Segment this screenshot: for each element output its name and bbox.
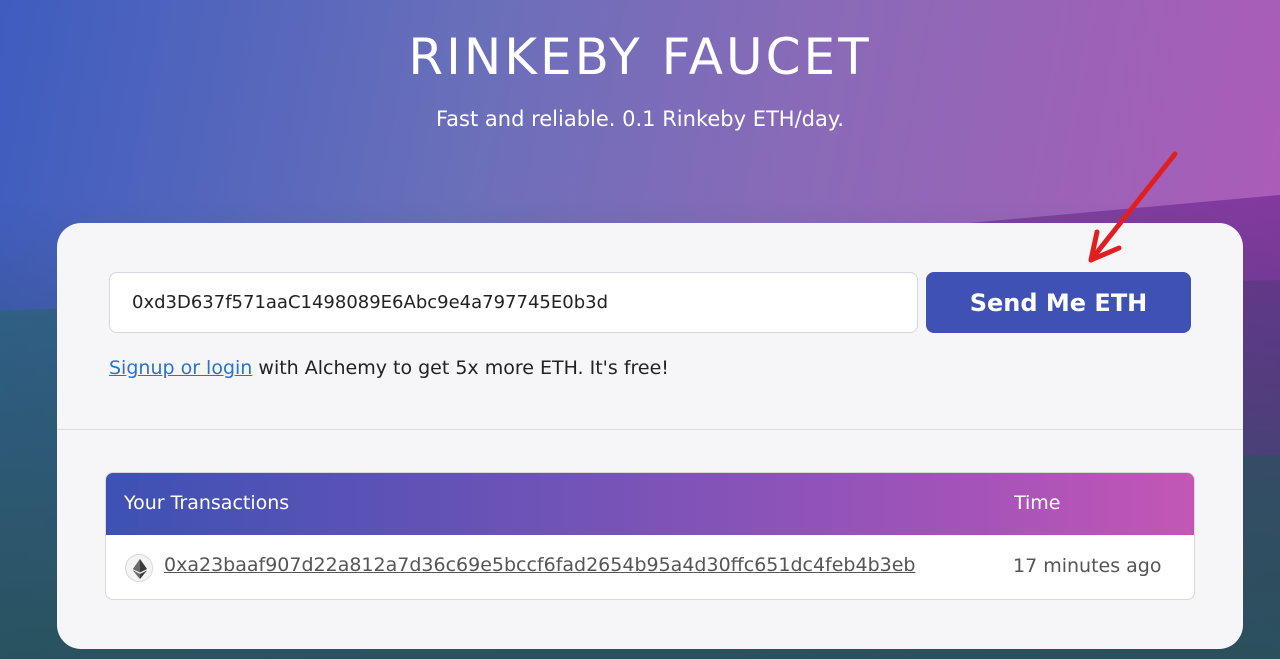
signup-message: Signup or login with Alchemy to get 5x m… bbox=[109, 357, 669, 379]
transactions-header: Your Transactions Time bbox=[106, 473, 1194, 535]
transactions-column-header: Your Transactions bbox=[124, 492, 290, 514]
signup-login-link[interactable]: Signup or login bbox=[109, 357, 252, 379]
ethereum-icon bbox=[125, 554, 153, 582]
wallet-address-input[interactable] bbox=[109, 272, 918, 333]
page-subtitle: Fast and reliable. 0.1 Rinkeby ETH/day. bbox=[436, 107, 844, 131]
signup-message-text: with Alchemy to get 5x more ETH. It's fr… bbox=[252, 357, 669, 379]
transaction-hash-link[interactable]: 0xa23baaf907d22a812a7d36c69e5bccf6fad265… bbox=[164, 554, 915, 576]
section-divider bbox=[57, 429, 1243, 430]
transactions-table: Your Transactions Time 0xa23baaf907d22a8… bbox=[105, 472, 1195, 600]
faucet-card: Send Me ETH Signup or login with Alchemy… bbox=[57, 223, 1243, 649]
page-title: RINKEBY FAUCET bbox=[408, 28, 872, 86]
time-column-header: Time bbox=[1014, 492, 1061, 514]
send-me-eth-button[interactable]: Send Me ETH bbox=[926, 272, 1191, 333]
table-row: 0xa23baaf907d22a812a7d36c69e5bccf6fad265… bbox=[106, 535, 1194, 599]
transaction-time: 17 minutes ago bbox=[1013, 555, 1162, 577]
